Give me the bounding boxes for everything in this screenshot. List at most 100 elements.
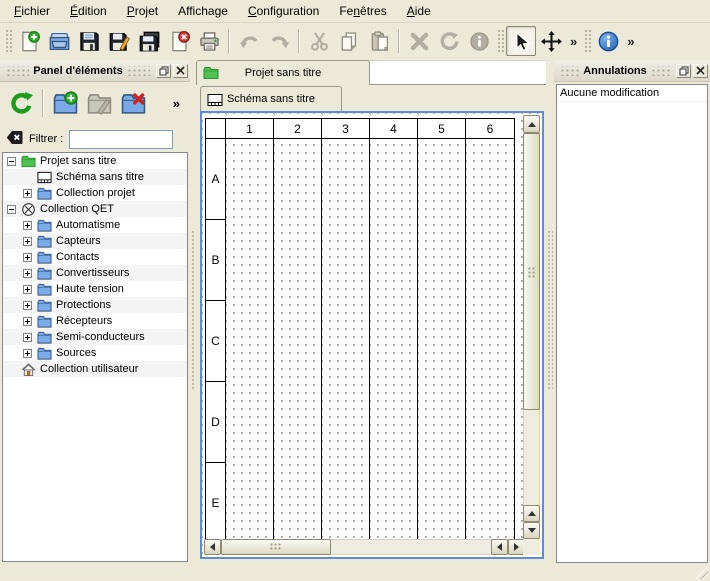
tree-expander[interactable]	[23, 301, 32, 310]
save-all-button[interactable]	[134, 26, 164, 56]
redo-button[interactable]	[264, 26, 294, 56]
diagram-cell	[466, 301, 514, 382]
tree-item-projet-sans-titre[interactable]: Projet sans titre	[3, 153, 187, 169]
print-button[interactable]	[194, 26, 224, 56]
tree-item-haute-tension[interactable]: Haute tension	[3, 281, 187, 297]
diagram-column-header: 1	[226, 119, 274, 139]
menu-edition[interactable]: Édition	[60, 2, 117, 20]
close-panel-button[interactable]	[173, 64, 188, 78]
close-panel-button[interactable]	[693, 64, 708, 78]
toolbar-drag-handle[interactable]	[4, 28, 12, 54]
dock-handle-texture[interactable]	[6, 66, 29, 76]
menu-projet[interactable]: Projet	[117, 2, 168, 20]
delete-button[interactable]	[404, 26, 434, 56]
toolbar-overflow-chevron[interactable]: »	[623, 32, 638, 51]
diagram-cell	[226, 301, 274, 382]
save-all-icon	[139, 31, 160, 52]
panel-toolbar-overflow-chevron[interactable]: »	[173, 96, 180, 111]
cut-button[interactable]	[304, 26, 334, 56]
tree-item-capteurs[interactable]: Capteurs	[3, 233, 187, 249]
save-as-button[interactable]	[104, 26, 134, 56]
tree-item-collection-projet[interactable]: Collection projet	[3, 185, 187, 201]
undo-panel-title: Annulations	[583, 65, 647, 77]
toolbar-drag-handle[interactable]	[496, 28, 504, 54]
schema-grid-area[interactable]: 123456ABCDE	[202, 113, 542, 557]
filter-clear-icon[interactable]	[6, 130, 23, 148]
menu-affichage[interactable]: Affichage	[168, 2, 238, 20]
info-disabled-button[interactable]	[464, 26, 494, 56]
tree-item-re-cepteurs[interactable]: Récepteurs	[3, 313, 187, 329]
tree-item-semi-conducteurs[interactable]: Semi-conducteurs	[3, 329, 187, 345]
move-arrows-icon	[541, 31, 562, 52]
v-scroll-up-button[interactable]	[523, 115, 540, 133]
h-scrollbar-thumb[interactable]	[221, 539, 331, 555]
about-button[interactable]	[593, 26, 623, 56]
tree-item-collection-qet[interactable]: Collection QET	[3, 201, 187, 217]
diagram-row-header: C	[206, 301, 226, 382]
select-tool-button[interactable]	[506, 26, 536, 56]
filter-input[interactable]	[69, 130, 173, 149]
new-category-button[interactable]	[48, 86, 82, 120]
save-button[interactable]	[74, 26, 104, 56]
float-panel-button[interactable]	[676, 64, 691, 78]
reload-collections-button[interactable]	[4, 86, 38, 120]
dock-handle-texture[interactable]	[651, 66, 670, 76]
toolbar-overflow-chevron[interactable]: »	[566, 32, 581, 51]
right-splitter[interactable]	[546, 60, 554, 563]
delete-category-button[interactable]	[116, 86, 150, 120]
tree-expander[interactable]	[23, 333, 32, 342]
tree-item-sche-ma-sans-titre[interactable]: Schéma sans titre	[3, 169, 187, 185]
undo-list-item[interactable]: Aucune modification	[557, 85, 707, 102]
close-file-button[interactable]	[164, 26, 194, 56]
tree-item-sources[interactable]: Sources	[3, 345, 187, 361]
tree-item-collection-utilisateur[interactable]: Collection utilisateur	[3, 361, 187, 377]
tree-expander[interactable]	[23, 317, 32, 326]
menu-fichier[interactable]: Fichier	[4, 2, 60, 20]
edit-category-button[interactable]	[82, 86, 116, 120]
v-scroll-up2-button[interactable]	[523, 505, 540, 522]
menu-fenetres[interactable]: Fenêtres	[329, 2, 396, 20]
diagram-row-header: A	[206, 139, 226, 220]
tab-schema[interactable]: Schéma sans titre	[200, 86, 342, 111]
tree-expander[interactable]	[23, 349, 32, 358]
thumb-grip	[270, 543, 283, 552]
h-scroll-left2-button[interactable]	[491, 539, 508, 555]
tree-expander[interactable]	[23, 285, 32, 294]
menu-configuration[interactable]: Configuration	[238, 2, 329, 20]
diagram-cell	[322, 139, 370, 220]
left-splitter[interactable]	[190, 60, 196, 563]
rotate-button[interactable]	[434, 26, 464, 56]
dock-handle-texture[interactable]	[127, 66, 150, 76]
tree-item-protections[interactable]: Protections	[3, 297, 187, 313]
arrow-left-icon	[497, 543, 502, 551]
undo-button[interactable]	[234, 26, 264, 56]
tree-item-automatisme[interactable]: Automatisme	[3, 217, 187, 233]
tree-expander[interactable]	[7, 157, 16, 166]
tree-expander[interactable]	[23, 221, 32, 230]
diagram-row-header: B	[206, 220, 226, 301]
toolbar-drag-handle[interactable]	[583, 28, 591, 54]
copy-button[interactable]	[334, 26, 364, 56]
h-scroll-left-button[interactable]	[204, 539, 221, 555]
schema-canvas[interactable]: 123456ABCDE	[200, 111, 544, 559]
dock-handle-texture[interactable]	[560, 66, 579, 76]
paste-icon	[369, 31, 390, 52]
menu-aide[interactable]: Aide	[397, 2, 441, 20]
open-button[interactable]	[44, 26, 74, 56]
tree-item-contacts[interactable]: Contacts	[3, 249, 187, 265]
float-panel-button[interactable]	[156, 64, 171, 78]
tree-expander[interactable]	[23, 237, 32, 246]
tree-expander[interactable]	[23, 189, 32, 198]
new-document-button[interactable]	[14, 26, 44, 56]
move-tool-button[interactable]	[536, 26, 566, 56]
tree-item-label: Automatisme	[56, 219, 120, 231]
tab-project[interactable]: Projet sans titre	[196, 60, 370, 85]
v-scrollbar-thumb[interactable]	[523, 133, 540, 410]
paste-button[interactable]	[364, 26, 394, 56]
resize-grip[interactable]	[695, 566, 708, 579]
tree-expander[interactable]	[23, 253, 32, 262]
tree-expander[interactable]	[23, 269, 32, 278]
v-scroll-down-button[interactable]	[523, 522, 540, 539]
tree-expander[interactable]	[7, 205, 16, 214]
tree-item-convertisseurs[interactable]: Convertisseurs	[3, 265, 187, 281]
